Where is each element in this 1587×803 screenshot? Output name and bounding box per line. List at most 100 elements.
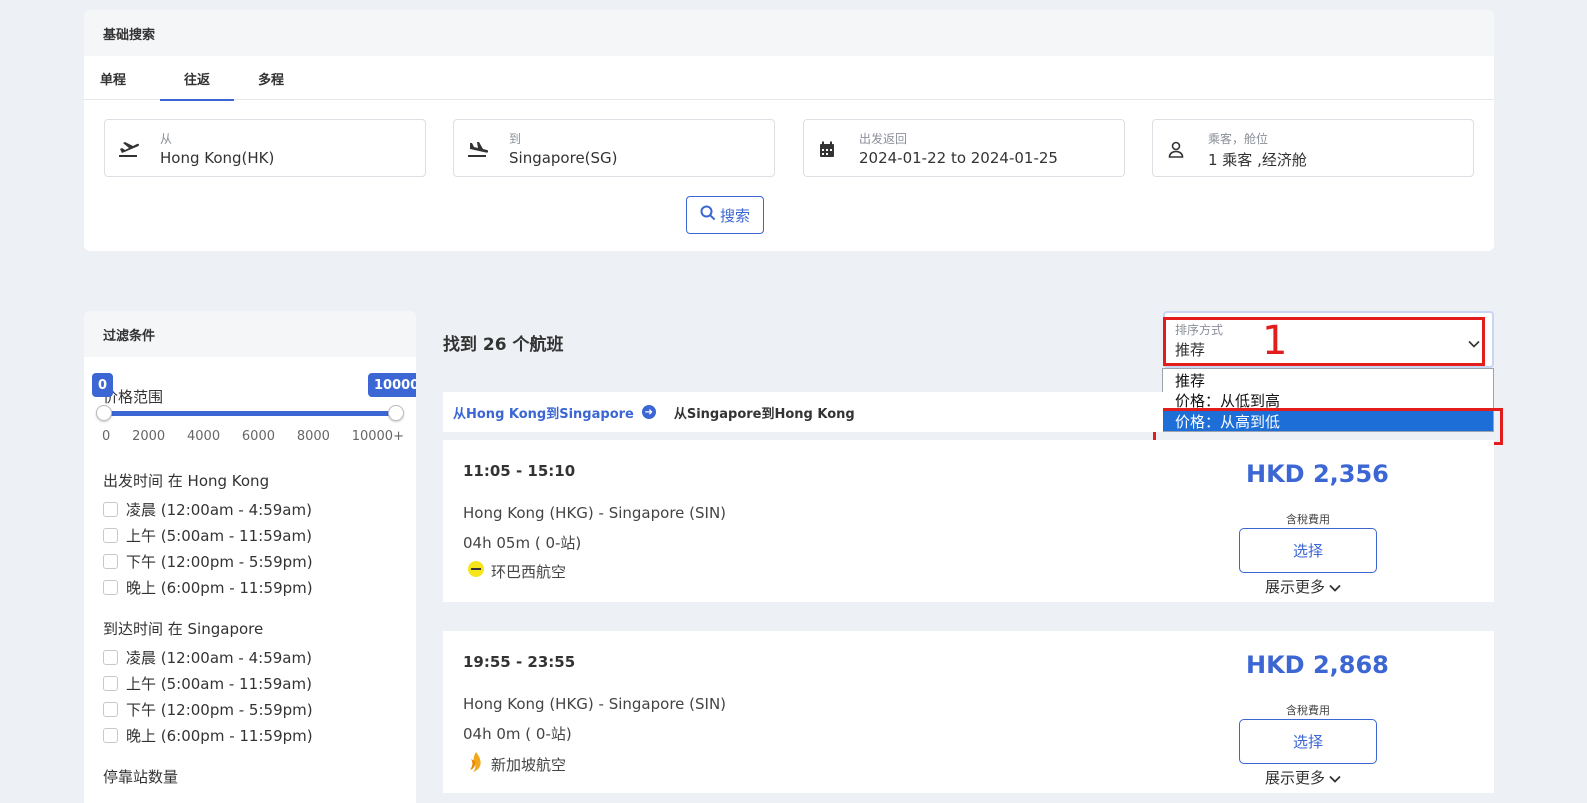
date-value: 2024-01-22 to 2024-01-25 xyxy=(859,149,1058,167)
route-bar: 从Hong Kong到Singapore ➜ 从Singapore到Hong K… xyxy=(443,392,1163,432)
checkbox[interactable] xyxy=(103,580,118,595)
user-icon xyxy=(1165,138,1187,160)
sort-option-price-low-high[interactable]: 价格：从低到高 xyxy=(1163,390,1493,410)
airline-name: 环巴西航空 xyxy=(491,562,567,581)
search-button-label: 搜索 xyxy=(719,206,750,225)
flight-airline: 新加坡航空 xyxy=(467,751,566,777)
date-field[interactable]: 出发返回 2024-01-22 to 2024-01-25 xyxy=(803,119,1125,177)
arrive-option-label: 凌晨 (12:00am - 4:59am) xyxy=(126,649,312,667)
arrive-option[interactable]: 下午 (12:00pm - 5:59pm) xyxy=(103,699,313,720)
plane-takeoff-icon xyxy=(117,138,139,160)
checkbox[interactable] xyxy=(103,728,118,743)
flight-time: 11:05 - 15:10 xyxy=(463,462,576,480)
checkbox[interactable] xyxy=(103,650,118,665)
from-field[interactable]: 从 Hong Kong(HK) xyxy=(104,119,426,177)
results-count: 找到 26 个航班 xyxy=(443,335,564,355)
depart-time-title: 出发时间 在 Hong Kong xyxy=(103,472,270,490)
price-slider-max-handle[interactable] xyxy=(388,405,404,421)
price-tick: 6000 xyxy=(241,429,275,444)
passenger-value: 1 乘客 ,经济舱 xyxy=(1208,151,1307,169)
passenger-field[interactable]: 乘客，舱位 1 乘客 ,经济舱 xyxy=(1152,119,1474,177)
filter-panel-header: 过滤条件 xyxy=(84,311,416,357)
date-label: 出发返回 xyxy=(859,132,908,146)
depart-option[interactable]: 晚上 (6:00pm - 11:59pm) xyxy=(103,577,313,598)
annotation-box-1 xyxy=(1163,317,1485,366)
flight-airline: 环巴西航空 xyxy=(467,560,566,582)
checkbox[interactable] xyxy=(103,502,118,517)
flight-duration: 04h 05m ( 0-站) xyxy=(463,534,582,552)
airline-logo-icon xyxy=(467,560,485,582)
arrow-right-icon: ➜ xyxy=(641,405,656,419)
to-value: Singapore(SG) xyxy=(509,149,618,167)
flight-route: Hong Kong (HKG) - Singapore (SIN) xyxy=(463,504,727,522)
from-value: Hong Kong(HK) xyxy=(160,149,275,167)
depart-option-label: 凌晨 (12:00am - 4:59am) xyxy=(126,501,312,519)
plane-landing-icon xyxy=(466,138,488,160)
show-more-label: 展示更多 xyxy=(1265,769,1326,787)
tab-round-trip[interactable]: 往返 xyxy=(160,56,234,101)
flight-duration: 04h 0m ( 0-站) xyxy=(463,725,572,743)
flight-card: 19:55 - 23:55 Hong Kong (HKG) - Singapor… xyxy=(443,631,1494,793)
annotation-number-1: 1 xyxy=(1262,318,1288,364)
flight-card: 11:05 - 15:10 Hong Kong (HKG) - Singapor… xyxy=(443,440,1494,602)
arrive-option[interactable]: 凌晨 (12:00am - 4:59am) xyxy=(103,647,312,668)
price-tick: 8000 xyxy=(296,429,330,444)
search-button[interactable]: 搜索 xyxy=(686,196,764,234)
select-flight-button[interactable]: 选择 xyxy=(1239,719,1377,764)
sort-option-recommended[interactable]: 推荐 xyxy=(1163,370,1493,390)
flight-price: HKD 2,356 xyxy=(1246,460,1389,488)
flight-route: Hong Kong (HKG) - Singapore (SIN) xyxy=(463,695,727,713)
depart-option[interactable]: 上午 (5:00am - 11:59am) xyxy=(103,525,312,546)
search-panel-header: 基础搜索 xyxy=(84,10,1494,56)
to-field[interactable]: 到 Singapore(SG) xyxy=(453,119,775,177)
arrive-option[interactable]: 晚上 (6:00pm - 11:59pm) xyxy=(103,725,313,746)
checkbox[interactable] xyxy=(103,554,118,569)
show-more-link[interactable]: 展示更多 xyxy=(1265,576,1341,597)
flight-time: 19:55 - 23:55 xyxy=(463,653,576,671)
flight-price: HKD 2,868 xyxy=(1246,651,1389,679)
price-tick: 4000 xyxy=(187,429,221,444)
price-tick: 10000+ xyxy=(351,429,404,444)
depart-option-label: 下午 (12:00pm - 5:59pm) xyxy=(126,553,313,571)
to-label: 到 xyxy=(509,132,522,146)
arrive-option-label: 下午 (12:00pm - 5:59pm) xyxy=(126,701,313,719)
depart-option[interactable]: 凌晨 (12:00am - 4:59am) xyxy=(103,499,312,520)
tab-multi-city[interactable]: 多程 xyxy=(234,56,308,100)
checkbox[interactable] xyxy=(103,528,118,543)
arrive-option-label: 上午 (5:00am - 11:59am) xyxy=(126,675,312,693)
route-outbound-tab[interactable]: 从Hong Kong到Singapore xyxy=(453,403,634,422)
price-slider-min-handle[interactable] xyxy=(96,405,112,421)
filter-panel: 过滤条件 价格范围 0 10000 0 2000 4000 6000 8000 … xyxy=(84,311,416,803)
price-max-tooltip: 10000 xyxy=(368,373,416,397)
arrive-option[interactable]: 上午 (5:00am - 11:59am) xyxy=(103,673,312,694)
tax-note: 含稅費用 xyxy=(1286,513,1330,526)
price-min-tooltip: 0 xyxy=(92,373,114,397)
checkbox[interactable] xyxy=(103,676,118,691)
airline-logo-icon xyxy=(467,751,485,777)
depart-option-label: 上午 (5:00am - 11:59am) xyxy=(126,527,312,545)
stops-title: 停靠站数量 xyxy=(103,768,179,786)
price-tick: 2000 xyxy=(132,429,166,444)
price-tick: 0 xyxy=(102,429,111,444)
airline-name: 新加坡航空 xyxy=(491,755,567,774)
show-more-link[interactable]: 展示更多 xyxy=(1265,767,1341,788)
price-slider-track[interactable] xyxy=(104,411,396,416)
depart-option-label: 晚上 (6:00pm - 11:59pm) xyxy=(126,579,313,597)
checkbox[interactable] xyxy=(103,702,118,717)
price-ticks: 0 2000 4000 6000 8000 10000+ xyxy=(102,429,404,444)
calendar-icon xyxy=(816,138,838,160)
arrive-time-title: 到达时间 在 Singapore xyxy=(103,620,264,638)
arrive-option-label: 晚上 (6:00pm - 11:59pm) xyxy=(126,727,313,745)
chevron-down-icon xyxy=(1329,578,1341,596)
tax-note: 含稅費用 xyxy=(1286,704,1330,717)
select-flight-button[interactable]: 选择 xyxy=(1239,528,1377,573)
route-return-tab[interactable]: 从Singapore到Hong Kong xyxy=(674,403,855,422)
search-icon xyxy=(700,205,716,225)
trip-type-tabs: 单程 往返 多程 xyxy=(84,56,1494,101)
from-label: 从 xyxy=(160,132,173,146)
show-more-label: 展示更多 xyxy=(1265,578,1326,596)
passenger-label: 乘客，舱位 xyxy=(1208,132,1269,146)
chevron-down-icon xyxy=(1329,769,1341,787)
tab-one-way[interactable]: 单程 xyxy=(100,56,160,100)
depart-option[interactable]: 下午 (12:00pm - 5:59pm) xyxy=(103,551,313,572)
